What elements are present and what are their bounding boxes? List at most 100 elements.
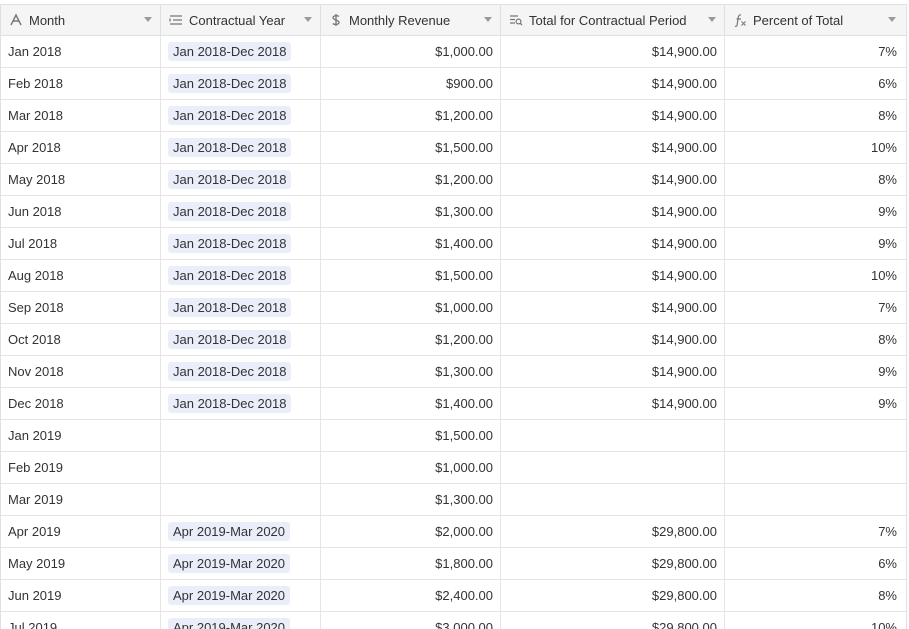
month-cell[interactable]: Jan 2019 (1, 420, 161, 451)
monthly-revenue-cell[interactable]: $1,400.00 (321, 228, 501, 259)
contractual-year-cell[interactable]: Jan 2018-Dec 2018 (161, 196, 321, 227)
total-period-cell[interactable]: $14,900.00 (501, 292, 725, 323)
month-cell[interactable]: Sep 2018 (1, 292, 161, 323)
month-cell[interactable]: Aug 2018 (1, 260, 161, 291)
table-row[interactable]: Feb 2018 Jan 2018-Dec 2018 $900.00 $14,900.… (1, 68, 906, 100)
monthly-revenue-cell[interactable]: $1,200.00 (321, 164, 501, 195)
monthly-revenue-cell[interactable]: $1,500.00 (321, 420, 501, 451)
table-row[interactable]: Mar 2018 Jan 2018-Dec 2018 $1,200.00 $14,90… (1, 100, 906, 132)
monthly-revenue-cell[interactable]: $1,500.00 (321, 260, 501, 291)
contractual-year-cell[interactable]: Jan 2018-Dec 2018 (161, 132, 321, 163)
linked-record-chip[interactable]: Jan 2018-Dec 2018 (168, 330, 292, 349)
monthly-revenue-cell[interactable]: $2,000.00 (321, 516, 501, 547)
chevron-down-icon[interactable] (888, 17, 896, 22)
month-cell[interactable]: Nov 2018 (1, 356, 161, 387)
linked-record-chip[interactable]: Jan 2018-Dec 2018 (168, 170, 292, 189)
monthly-revenue-cell[interactable]: $2,400.00 (321, 580, 501, 611)
contractual-year-cell[interactable]: Jan 2018-Dec 2018 (161, 36, 321, 67)
percent-of-total-cell[interactable]: 8% (725, 100, 904, 131)
month-cell[interactable]: Jan 2018 (1, 36, 161, 67)
contractual-year-cell[interactable]: Apr 2019-Mar 2020 (161, 516, 321, 547)
monthly-revenue-cell[interactable]: $1,400.00 (321, 388, 501, 419)
table-row[interactable]: Nov 2018 Jan 2018-Dec 2018 $1,300.00 $14,90… (1, 356, 906, 388)
percent-of-total-cell[interactable]: 6% (725, 68, 904, 99)
linked-record-chip[interactable]: Jan 2018-Dec 2018 (168, 298, 292, 317)
month-cell[interactable]: Feb 2018 (1, 68, 161, 99)
total-period-cell[interactable] (501, 420, 725, 451)
monthly-revenue-cell[interactable]: $1,300.00 (321, 356, 501, 387)
chevron-down-icon[interactable] (708, 17, 716, 22)
percent-of-total-cell[interactable] (725, 452, 904, 483)
linked-record-chip[interactable]: Jan 2018-Dec 2018 (168, 202, 292, 221)
table-row[interactable]: Feb 2019 $1,000.00 (1, 452, 906, 484)
percent-of-total-cell[interactable] (725, 484, 904, 515)
monthly-revenue-cell[interactable]: $1,300.00 (321, 196, 501, 227)
total-period-cell[interactable]: $29,800.00 (501, 612, 725, 629)
linked-record-chip[interactable]: Jan 2018-Dec 2018 (168, 42, 292, 61)
total-period-cell[interactable]: $14,900.00 (501, 68, 725, 99)
linked-record-chip[interactable]: Apr 2019-Mar 2020 (168, 554, 291, 573)
contractual-year-cell[interactable] (161, 420, 321, 451)
percent-of-total-cell[interactable]: 8% (725, 324, 904, 355)
table-row[interactable]: Jan 2019 $1,500.00 (1, 420, 906, 452)
total-period-cell[interactable] (501, 452, 725, 483)
table-row[interactable]: Oct 2018 Jan 2018-Dec 2018 $1,200.00 $14,90… (1, 324, 906, 356)
percent-of-total-cell[interactable] (725, 420, 904, 451)
contractual-year-cell[interactable]: Jan 2018-Dec 2018 (161, 292, 321, 323)
contractual-year-cell[interactable]: Apr 2019-Mar 2020 (161, 548, 321, 579)
total-period-cell[interactable]: $29,800.00 (501, 580, 725, 611)
monthly-revenue-cell[interactable]: $1,000.00 (321, 292, 501, 323)
contractual-year-cell[interactable]: Apr 2019-Mar 2020 (161, 612, 321, 629)
column-header-total-contractual-period[interactable]: Total for Contractual Period (501, 5, 725, 35)
percent-of-total-cell[interactable]: 6% (725, 548, 904, 579)
month-cell[interactable]: Mar 2018 (1, 100, 161, 131)
linked-record-chip[interactable]: Jan 2018-Dec 2018 (168, 394, 292, 413)
table-row[interactable]: Jun 2018 Jan 2018-Dec 2018 $1,300.00 $14,90… (1, 196, 906, 228)
table-row[interactable]: Jun 2019 Apr 2019-Mar 2020 $2,400.00 $29,80… (1, 580, 906, 612)
linked-record-chip[interactable]: Apr 2019-Mar 2020 (168, 522, 291, 541)
linked-record-chip[interactable]: Jan 2018-Dec 2018 (168, 106, 292, 125)
column-header-monthly-revenue[interactable]: Monthly Revenue (321, 5, 501, 35)
table-row[interactable]: Mar 2019 $1,300.00 (1, 484, 906, 516)
linked-record-chip[interactable]: Jan 2018-Dec 2018 (168, 138, 292, 157)
percent-of-total-cell[interactable]: 10% (725, 132, 904, 163)
contractual-year-cell[interactable]: Jan 2018-Dec 2018 (161, 388, 321, 419)
percent-of-total-cell[interactable]: 9% (725, 228, 904, 259)
monthly-revenue-cell[interactable]: $1,800.00 (321, 548, 501, 579)
table-row[interactable]: Apr 2019 Apr 2019-Mar 2020 $2,000.00 $29,80… (1, 516, 906, 548)
table-row[interactable]: Jul 2019 Apr 2019-Mar 2020 $3,000.00 $29,80… (1, 612, 906, 629)
total-period-cell[interactable] (501, 484, 725, 515)
percent-of-total-cell[interactable]: 8% (725, 580, 904, 611)
percent-of-total-cell[interactable]: 7% (725, 292, 904, 323)
month-cell[interactable]: May 2019 (1, 548, 161, 579)
monthly-revenue-cell[interactable]: $3,000.00 (321, 612, 501, 629)
total-period-cell[interactable]: $14,900.00 (501, 356, 725, 387)
monthly-revenue-cell[interactable]: $1,200.00 (321, 324, 501, 355)
total-period-cell[interactable]: $14,900.00 (501, 132, 725, 163)
month-cell[interactable]: Jun 2018 (1, 196, 161, 227)
linked-record-chip[interactable]: Jan 2018-Dec 2018 (168, 74, 292, 93)
linked-record-chip[interactable]: Apr 2019-Mar 2020 (168, 618, 291, 629)
table-row[interactable]: Sep 2018 Jan 2018-Dec 2018 $1,000.00 $14,90… (1, 292, 906, 324)
month-cell[interactable]: Feb 2019 (1, 452, 161, 483)
column-header-month[interactable]: Month (1, 5, 161, 35)
percent-of-total-cell[interactable]: 10% (725, 260, 904, 291)
total-period-cell[interactable]: $14,900.00 (501, 100, 725, 131)
chevron-down-icon[interactable] (144, 17, 152, 22)
percent-of-total-cell[interactable]: 8% (725, 164, 904, 195)
percent-of-total-cell[interactable]: 9% (725, 388, 904, 419)
month-cell[interactable]: Dec 2018 (1, 388, 161, 419)
contractual-year-cell[interactable]: Jan 2018-Dec 2018 (161, 260, 321, 291)
monthly-revenue-cell[interactable]: $1,000.00 (321, 36, 501, 67)
month-cell[interactable]: Mar 2019 (1, 484, 161, 515)
total-period-cell[interactable]: $14,900.00 (501, 388, 725, 419)
contractual-year-cell[interactable] (161, 484, 321, 515)
percent-of-total-cell[interactable]: 9% (725, 196, 904, 227)
monthly-revenue-cell[interactable]: $1,500.00 (321, 132, 501, 163)
contractual-year-cell[interactable]: Apr 2019-Mar 2020 (161, 580, 321, 611)
linked-record-chip[interactable]: Jan 2018-Dec 2018 (168, 234, 292, 253)
contractual-year-cell[interactable]: Jan 2018-Dec 2018 (161, 100, 321, 131)
linked-record-chip[interactable]: Jan 2018-Dec 2018 (168, 266, 292, 285)
percent-of-total-cell[interactable]: 9% (725, 356, 904, 387)
linked-record-chip[interactable]: Jan 2018-Dec 2018 (168, 362, 292, 381)
